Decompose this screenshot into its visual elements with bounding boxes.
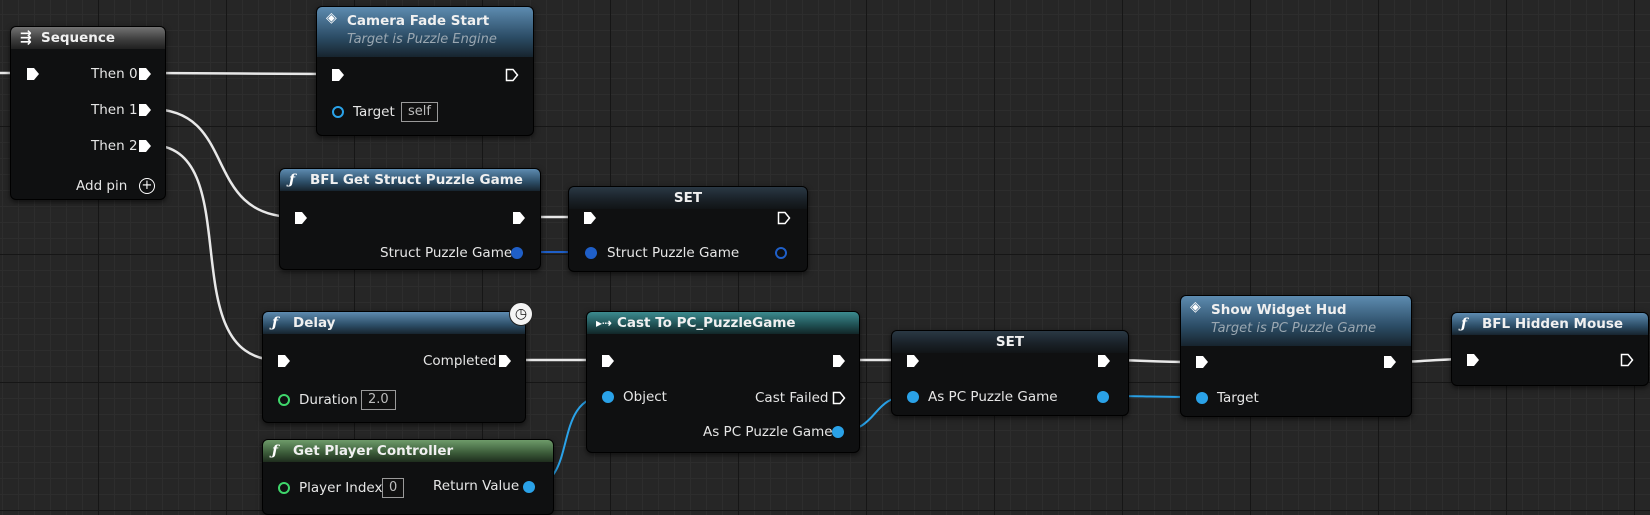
bfl-get-struct-title: BFL Get Struct Puzzle Game — [310, 172, 523, 188]
set-struct-title: SET — [673, 190, 703, 206]
exec-wire-then0 — [148, 71, 332, 76]
sequence-then1-label: Then 1 — [91, 102, 138, 118]
cast-exec-out-pin[interactable] — [832, 354, 846, 368]
delay-duration-pin[interactable] — [278, 394, 290, 406]
cast-exec-in-pin[interactable] — [601, 354, 615, 368]
set-struct-exec-out-pin[interactable] — [777, 211, 791, 225]
sequence-icon: ⇶ — [20, 30, 32, 46]
cast-output-pin[interactable] — [832, 426, 844, 438]
get-player-controller-header[interactable]: ƒ Get Player Controller — [263, 440, 553, 462]
sequence-node[interactable]: ⇶ Sequence Then 0 Then 1 Then 2 Add pin … — [10, 26, 166, 200]
clock-icon: ◷ — [509, 302, 533, 326]
cast-title: Cast To PC_PuzzleGame — [617, 315, 796, 331]
delay-completed-pin[interactable] — [498, 354, 512, 368]
sequence-then0-label: Then 0 — [91, 66, 138, 82]
cast-failed-label: Cast Failed — [755, 390, 829, 406]
bfl-hidden-mouse-exec-in-pin[interactable] — [1466, 353, 1480, 367]
set-struct-node[interactable]: SET Struct Puzzle Game — [568, 186, 808, 272]
exec-wire-then1 — [148, 107, 297, 219]
bfl-hidden-mouse-title: BFL Hidden Mouse — [1482, 316, 1624, 332]
delay-exec-in-pin[interactable] — [277, 354, 291, 368]
sequence-then2-label: Then 2 — [91, 138, 138, 154]
show-widget-hud-title: Show Widget Hud — [1211, 302, 1347, 318]
camera-fade-exec-in-pin[interactable] — [331, 68, 345, 82]
show-widget-hud-node[interactable]: ◈ Show Widget Hud Target is PC Puzzle Ga… — [1180, 295, 1412, 417]
camera-fade-start-title: Camera Fade Start — [347, 13, 490, 29]
set-struct-exec-in-pin[interactable] — [583, 211, 597, 225]
show-widget-exec-out-pin[interactable] — [1383, 355, 1397, 369]
camera-fade-target-pin[interactable] — [332, 106, 344, 118]
set-pc-output-pin[interactable] — [1097, 391, 1109, 403]
set-pc-title: SET — [995, 334, 1025, 350]
return-value-label: Return Value — [433, 478, 520, 494]
set-pc-exec-in-pin[interactable] — [906, 354, 920, 368]
sequence-then0-pin[interactable] — [138, 67, 152, 81]
show-widget-target-pin[interactable] — [1196, 392, 1208, 404]
set-struct-input-label: Struct Puzzle Game — [607, 245, 740, 261]
exec-wire-then2 — [148, 143, 280, 362]
show-widget-exec-in-pin[interactable] — [1195, 355, 1209, 369]
sequence-exec-in-pin[interactable] — [26, 67, 40, 81]
camera-fade-exec-out-pin[interactable] — [505, 68, 519, 82]
sequence-then1-pin[interactable] — [138, 103, 152, 117]
player-index-value[interactable]: 0 — [382, 478, 405, 498]
event-diamond-icon: ◈ — [1190, 299, 1201, 315]
function-icon: ƒ — [272, 443, 279, 459]
get-player-controller-node[interactable]: ƒ Get Player Controller Player Index 0 R… — [262, 439, 554, 515]
delay-header[interactable]: ƒ Delay — [263, 312, 525, 334]
event-diamond-icon: ◈ — [326, 10, 337, 26]
bfl-get-struct-header[interactable]: ƒ BFL Get Struct Puzzle Game — [280, 169, 540, 191]
player-index-pin[interactable] — [278, 482, 290, 494]
show-widget-hud-subtitle: Target is PC Puzzle Game — [1211, 321, 1377, 336]
function-icon: ƒ — [1461, 316, 1468, 332]
camera-fade-start-header[interactable]: ◈ Camera Fade Start Target is Puzzle Eng… — [317, 7, 533, 57]
sequence-then2-pin[interactable] — [138, 139, 152, 153]
delay-duration-value[interactable]: 2.0 — [361, 390, 396, 410]
bfl-get-struct-exec-in-pin[interactable] — [294, 211, 308, 225]
return-value-pin[interactable] — [523, 481, 535, 493]
cast-object-pin[interactable] — [602, 391, 614, 403]
set-struct-header[interactable]: SET — [569, 187, 807, 209]
delay-title: Delay — [293, 315, 336, 331]
function-icon: ƒ — [289, 172, 296, 188]
camera-fade-start-subtitle: Target is Puzzle Engine — [347, 32, 497, 47]
bfl-get-struct-node[interactable]: ƒ BFL Get Struct Puzzle Game Struct Puzz… — [279, 168, 541, 270]
bfl-get-struct-output-label: Struct Puzzle Game — [380, 245, 513, 261]
bfl-get-struct-output-pin[interactable] — [511, 247, 523, 259]
bfl-hidden-mouse-exec-out-pin[interactable] — [1620, 353, 1634, 367]
set-struct-output-pin[interactable] — [775, 247, 787, 259]
cast-object-label: Object — [623, 389, 667, 405]
player-index-label: Player Index — [299, 480, 383, 496]
delay-node[interactable]: ƒ Delay Completed Duration 2.0 — [262, 311, 526, 423]
cast-node[interactable]: ▸⇢ Cast To PC_PuzzleGame Object Cast Fai… — [586, 311, 860, 453]
camera-fade-start-node[interactable]: ◈ Camera Fade Start Target is Puzzle Eng… — [316, 6, 534, 136]
show-widget-hud-header[interactable]: ◈ Show Widget Hud Target is PC Puzzle Ga… — [1181, 296, 1411, 346]
set-struct-input-pin[interactable] — [585, 247, 597, 259]
cast-failed-pin[interactable] — [832, 391, 846, 405]
cast-icon: ▸⇢ — [596, 316, 613, 330]
bfl-hidden-mouse-node[interactable]: ƒ BFL Hidden Mouse — [1451, 312, 1649, 386]
show-widget-target-label: Target — [1217, 390, 1259, 406]
sequence-title: Sequence — [41, 30, 116, 46]
bfl-hidden-mouse-header[interactable]: ƒ BFL Hidden Mouse — [1452, 313, 1648, 335]
cast-header[interactable]: ▸⇢ Cast To PC_PuzzleGame — [587, 312, 859, 334]
camera-fade-target-label: Target — [353, 104, 395, 120]
bfl-get-struct-exec-out-pin[interactable] — [512, 211, 526, 225]
delay-completed-label: Completed — [423, 353, 497, 369]
function-icon: ƒ — [272, 315, 279, 331]
set-pc-input-pin[interactable] — [907, 391, 919, 403]
camera-fade-target-value[interactable]: self — [401, 102, 438, 122]
cast-output-label: As PC Puzzle Game — [703, 424, 833, 440]
set-pc-input-label: As PC Puzzle Game — [928, 389, 1058, 405]
add-pin-icon[interactable]: + — [139, 178, 155, 194]
delay-duration-label: Duration — [299, 392, 358, 408]
set-pc-exec-out-pin[interactable] — [1097, 354, 1111, 368]
get-player-controller-title: Get Player Controller — [293, 443, 454, 459]
set-pc-header[interactable]: SET — [892, 331, 1128, 353]
sequence-node-header[interactable]: ⇶ Sequence — [11, 27, 165, 49]
sequence-add-pin-label[interactable]: Add pin — [76, 178, 127, 194]
set-pc-node[interactable]: SET As PC Puzzle Game — [891, 330, 1129, 416]
